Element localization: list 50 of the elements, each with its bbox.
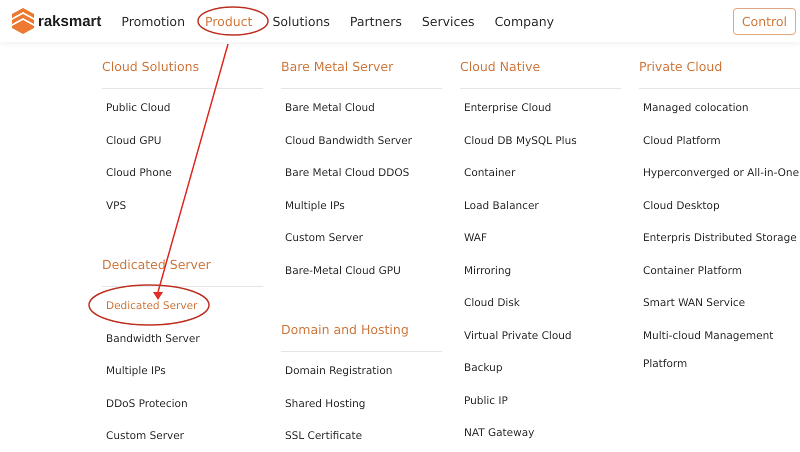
menu-group-title: Cloud Native xyxy=(460,57,621,89)
menu-item[interactable]: Public Cloud xyxy=(102,92,263,124)
menu-item[interactable]: Container Platform xyxy=(639,254,800,287)
menu-item[interactable]: Multi-cloud Management Platform xyxy=(639,320,783,378)
menu-item[interactable]: DDoS Protecion xyxy=(102,388,263,420)
menu-item[interactable]: NAT Gateway xyxy=(460,417,621,450)
menu-item[interactable]: Smart WAN Service xyxy=(639,287,800,320)
menu-item[interactable]: Backup xyxy=(460,352,621,384)
menu-item[interactable]: Bare-Metal Cloud GPU xyxy=(281,254,442,287)
menu-item[interactable]: Cloud Platform xyxy=(639,124,800,157)
menu-item[interactable]: Shared Hosting xyxy=(281,388,442,420)
menu-item[interactable]: Managed colocation xyxy=(639,92,800,124)
menu-item[interactable]: Hyperconverged or All-in-One xyxy=(639,157,800,190)
nav-item[interactable]: Promotion xyxy=(111,10,195,32)
menu-item[interactable]: Enterprise Cloud xyxy=(460,92,621,124)
menu-item[interactable]: Bare Metal Cloud xyxy=(281,92,442,124)
nav-item[interactable]: Services xyxy=(412,10,485,32)
annotation-ellipse xyxy=(197,6,269,36)
menu-item[interactable]: SSL Certificate xyxy=(281,420,442,452)
menu-item[interactable]: Multiple IPs xyxy=(281,190,442,222)
menu-item[interactable]: Cloud Disk xyxy=(460,287,621,320)
menu-group-title: Bare Metal Server xyxy=(281,57,442,89)
menu-group-title: Private Cloud xyxy=(639,57,800,89)
menu-item[interactable]: Cloud Desktop xyxy=(639,190,800,222)
menu-item[interactable]: Public IP xyxy=(460,384,621,417)
menu-item[interactable]: Cloud Phone xyxy=(102,157,263,190)
menu-item[interactable]: Enterpris Distributed Storage xyxy=(639,222,800,254)
nav-item[interactable]: Partners xyxy=(340,10,412,32)
menu-item[interactable]: VPS xyxy=(102,190,263,222)
menu-group-title: Cloud Solutions xyxy=(102,57,263,89)
logo-icon xyxy=(12,8,34,34)
menu-group-title: Dedicated Server xyxy=(102,255,263,287)
menu-item[interactable]: Domain Registration xyxy=(281,355,442,388)
menu-item[interactable]: Load Balancer xyxy=(460,190,621,222)
menu-item[interactable]: Bandwidth Server xyxy=(102,322,263,355)
menu-item[interactable]: Cloud Bandwidth Server xyxy=(281,124,442,157)
brand-name[interactable]: raksmart xyxy=(38,12,102,30)
menu-item[interactable]: Virtual Private Cloud xyxy=(460,320,621,352)
menu-item[interactable]: Custom Server xyxy=(281,222,442,254)
menu-group-title: Domain and Hosting xyxy=(281,320,442,352)
nav-item[interactable]: Company xyxy=(484,10,564,32)
menu-item[interactable]: Cloud DB MySQL Plus xyxy=(460,124,621,157)
menu-item[interactable]: WAF xyxy=(460,222,621,254)
menu-item[interactable]: Cloud GPU xyxy=(102,124,263,157)
menu-item[interactable]: Custom Server xyxy=(102,420,263,452)
nav-item[interactable]: Solutions xyxy=(262,10,340,32)
menu-item[interactable]: Mirroring xyxy=(460,254,621,287)
menu-item[interactable]: Bare Metal Cloud DDOS xyxy=(281,157,442,190)
menu-item[interactable]: Container xyxy=(460,157,621,190)
menu-item[interactable]: Multiple IPs xyxy=(102,355,263,388)
